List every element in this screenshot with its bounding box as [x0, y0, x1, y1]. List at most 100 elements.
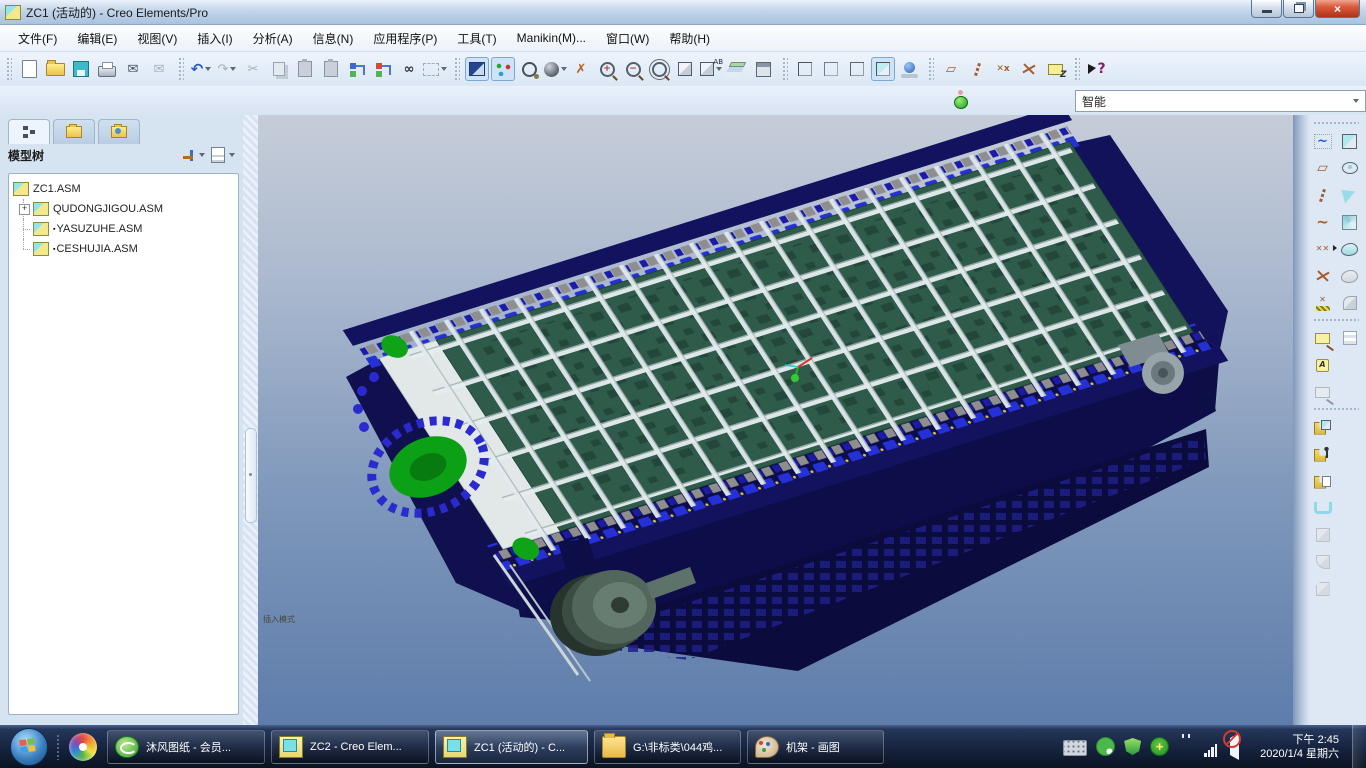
- zoom-out-button[interactable]: −: [621, 57, 645, 81]
- sketch-tool-button[interactable]: ~: [1311, 129, 1335, 153]
- menu-view[interactable]: 视图(V): [127, 27, 187, 50]
- selection-filter-dropdown-arrow[interactable]: [1353, 99, 1359, 103]
- datum-csys-button[interactable]: [1311, 264, 1335, 288]
- datum-points-toggle[interactable]: ✕x: [991, 57, 1015, 81]
- copy-button[interactable]: [267, 57, 291, 81]
- minimize-button[interactable]: [1251, 0, 1282, 18]
- toolbar-grip[interactable]: [1074, 57, 1080, 81]
- tree-node-ceshujia[interactable]: ▪ CESHUJIA.ASM: [11, 239, 236, 259]
- toolbar-grip[interactable]: [6, 57, 12, 81]
- menu-help[interactable]: 帮助(H): [659, 27, 720, 50]
- panel-sash[interactable]: [243, 115, 258, 725]
- wireframe-button[interactable]: [793, 57, 817, 81]
- note-button[interactable]: [1311, 326, 1335, 350]
- offset-points-button[interactable]: ✕: [1311, 291, 1335, 315]
- tab-favorites[interactable]: [98, 119, 140, 144]
- tree-node-yasuzuhe[interactable]: ▪ YASUZUHE.ASM: [11, 219, 236, 239]
- toolbar-grip[interactable]: [178, 57, 184, 81]
- mail-link-button[interactable]: ✉: [147, 57, 171, 81]
- toolbar-grip[interactable]: [1313, 407, 1359, 412]
- assemble-component-button[interactable]: [1311, 415, 1335, 439]
- close-button[interactable]: ×: [1315, 0, 1360, 18]
- taskbar-button-mufeng[interactable]: 沐风图纸 - 会员...: [107, 729, 265, 764]
- restore-button[interactable]: [1283, 0, 1314, 18]
- shaded-button[interactable]: [871, 57, 895, 81]
- redo-button[interactable]: ↷: [215, 57, 239, 81]
- balloon-note-button[interactable]: A: [1311, 353, 1335, 377]
- no-hidden-button[interactable]: [845, 57, 869, 81]
- new-file-button[interactable]: [17, 57, 41, 81]
- tree-expander[interactable]: +: [19, 204, 30, 215]
- tree-node-qudongjigou[interactable]: + QUDONGJIGOU.ASM: [11, 199, 236, 219]
- refit-button[interactable]: [647, 57, 671, 81]
- menu-tools[interactable]: 工具(T): [447, 27, 506, 50]
- create-component-button[interactable]: [1311, 469, 1335, 493]
- merge-button[interactable]: [1338, 264, 1362, 288]
- saved-views-button[interactable]: AB: [699, 57, 723, 81]
- trim-button[interactable]: [1338, 291, 1362, 315]
- menu-insert[interactable]: 插入(I): [187, 27, 242, 50]
- security-shield-icon[interactable]: [1124, 738, 1142, 755]
- paste-button[interactable]: [293, 57, 317, 81]
- regen-status-button[interactable]: [953, 90, 968, 109]
- zoom-in-button[interactable]: +: [595, 57, 619, 81]
- taskbar-button-zc1-active[interactable]: ZC1 (活动的) - C...: [435, 729, 588, 764]
- tray-clock[interactable]: 下午 2:45 2020/1/4 星期六: [1260, 733, 1339, 761]
- menu-file[interactable]: 文件(F): [8, 27, 67, 50]
- view-manager-button[interactable]: [751, 57, 775, 81]
- start-button[interactable]: [10, 727, 48, 766]
- sweep-button[interactable]: [1338, 183, 1362, 207]
- show-desktop-button[interactable]: [1352, 725, 1366, 768]
- taskbar-button-explorer[interactable]: G:\非标类\044鸡...: [594, 729, 741, 764]
- regen-manager-button[interactable]: [371, 57, 395, 81]
- 3d-assembly-model[interactable]: [258, 115, 1293, 725]
- toolbar-grip[interactable]: [928, 57, 934, 81]
- revolve-button[interactable]: [1338, 156, 1362, 180]
- save-button[interactable]: [69, 57, 93, 81]
- open-button[interactable]: [43, 57, 67, 81]
- menu-info[interactable]: 信息(N): [303, 27, 364, 50]
- browser-quicklaunch-icon[interactable]: [69, 732, 97, 761]
- paste-special-button[interactable]: [319, 57, 343, 81]
- tree-node-root[interactable]: ZC1.ASM: [11, 179, 236, 199]
- toolbar-grip[interactable]: [1313, 318, 1359, 323]
- layers-button[interactable]: [725, 57, 749, 81]
- quicklaunch-grip[interactable]: [56, 733, 61, 760]
- toolbar-grip[interactable]: [782, 57, 788, 81]
- datum-axis-button[interactable]: [1311, 183, 1335, 207]
- find-button[interactable]: ∞: [397, 57, 421, 81]
- extrude-button[interactable]: [1338, 129, 1362, 153]
- send-mail-button[interactable]: ✉: [121, 57, 145, 81]
- context-help-button[interactable]: ?: [1085, 57, 1109, 81]
- reorient-button[interactable]: [673, 57, 697, 81]
- datum-axes-toggle[interactable]: [965, 57, 989, 81]
- print-button[interactable]: [95, 57, 119, 81]
- toolbar-grip[interactable]: [454, 57, 460, 81]
- wechat-icon[interactable]: [1096, 737, 1116, 756]
- curve-button[interactable]: ~: [1311, 210, 1335, 234]
- orient-mode-button[interactable]: [517, 57, 541, 81]
- display-style-button[interactable]: [543, 57, 567, 81]
- annotations-toggle[interactable]: Z: [1043, 57, 1067, 81]
- select-box-button[interactable]: [423, 57, 447, 81]
- power-plug-icon[interactable]: [1178, 738, 1195, 755]
- tree-settings-button[interactable]: [211, 147, 235, 163]
- swept-blend-button[interactable]: [1338, 210, 1362, 234]
- menu-applications[interactable]: 应用程序(P): [363, 27, 447, 50]
- perspective-button[interactable]: [897, 57, 921, 81]
- volume-muted-icon[interactable]: [1230, 733, 1247, 760]
- repaint-button[interactable]: [465, 57, 489, 81]
- taskbar-button-zc2[interactable]: ZC2 - Creo Elem...: [271, 729, 429, 764]
- slot-button[interactable]: [1311, 496, 1335, 520]
- boundary-blend-button[interactable]: [1338, 237, 1362, 261]
- tab-folder-browser[interactable]: [53, 119, 95, 144]
- graphics-area[interactable]: 插入模式: [258, 115, 1293, 725]
- manikin-button[interactable]: [1311, 442, 1335, 466]
- deselect-button[interactable]: ✗: [569, 57, 593, 81]
- selection-filter-combobox[interactable]: 智能: [1075, 90, 1366, 112]
- datum-csys-toggle[interactable]: [1017, 57, 1041, 81]
- datum-planes-toggle[interactable]: ▱: [939, 57, 963, 81]
- toolbar-grip[interactable]: [1313, 121, 1359, 126]
- tab-model-tree[interactable]: [8, 119, 50, 144]
- pattern-button[interactable]: [1338, 326, 1362, 350]
